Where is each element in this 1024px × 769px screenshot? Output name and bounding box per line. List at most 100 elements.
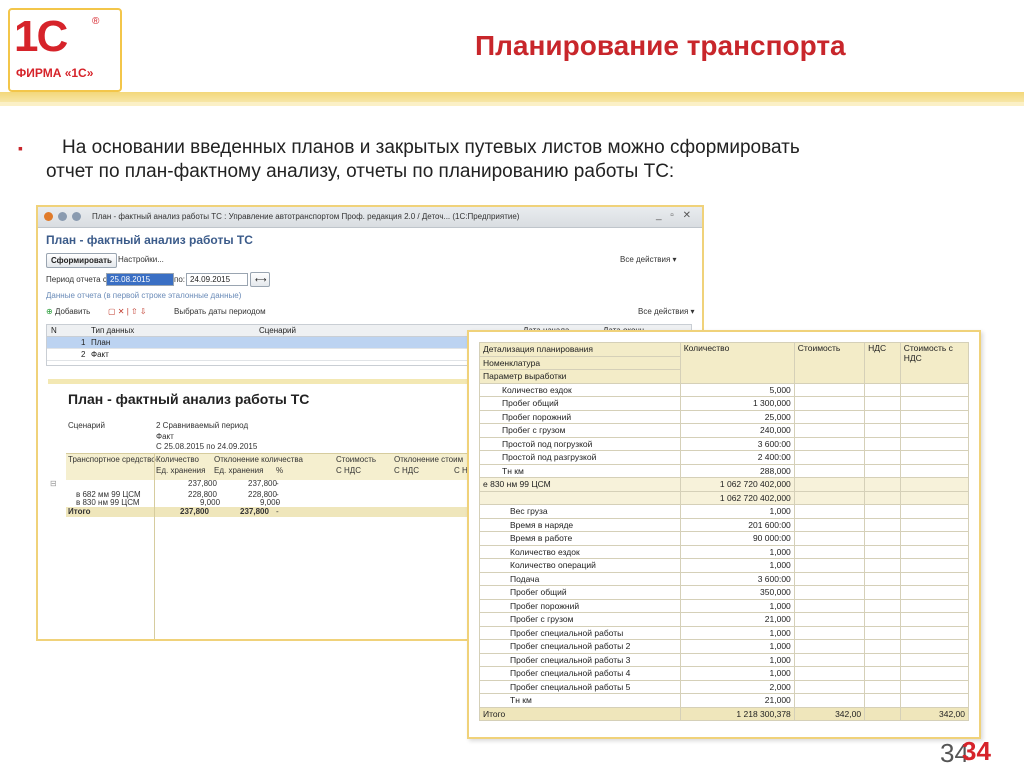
col-dev-cost: Отклонение стоим bbox=[394, 455, 464, 464]
row-qty: 1,000 bbox=[679, 625, 795, 640]
tree-expand-icon[interactable]: ⊟ bbox=[50, 479, 57, 488]
row-qty: 25,000 bbox=[679, 409, 795, 424]
report-row-qty: 237,800 bbox=[188, 479, 217, 488]
report-row-pct: - bbox=[276, 479, 279, 488]
row-name: Тн км bbox=[479, 463, 681, 478]
row-vat bbox=[864, 558, 901, 573]
row-cost-vat bbox=[899, 450, 970, 465]
period-to-label: по: bbox=[174, 275, 186, 284]
table-row: Количество ездок 5,000 bbox=[479, 382, 970, 397]
settings-button[interactable]: Настройки... bbox=[118, 255, 164, 264]
row-name: Пробег порожний bbox=[479, 598, 681, 613]
row-vat bbox=[864, 598, 901, 613]
row-vat bbox=[864, 666, 901, 681]
row-vat bbox=[864, 409, 901, 424]
report-scenario-value: 2 Сравниваемый период bbox=[156, 421, 249, 430]
row-cost-vat bbox=[899, 504, 970, 519]
row-name: Пробег специальной работы 2 bbox=[479, 639, 681, 654]
table-row: 1 062 720 402,000 bbox=[479, 490, 970, 505]
row-cost-vat bbox=[899, 531, 970, 546]
planning-detail-report: Детализация планирования Количество Стои… bbox=[467, 330, 981, 739]
row-cost-vat bbox=[899, 423, 970, 438]
row-qty: 1 300,000 bbox=[679, 396, 795, 411]
table-row: Пробег специальной работы 1,000 bbox=[479, 625, 970, 640]
row-cost bbox=[793, 625, 866, 640]
row-cost bbox=[793, 436, 866, 451]
row-cost bbox=[793, 693, 866, 708]
table-row: Пробег специальной работы 3 1,000 bbox=[479, 652, 970, 667]
slide-header: 1С ® ФИРМА «1С» Планирование транспорта bbox=[0, 0, 1024, 92]
report-scenario-label: Сценарий bbox=[68, 421, 105, 430]
row-qty: 5,000 bbox=[679, 382, 795, 397]
logo-registered: ® bbox=[92, 16, 100, 27]
table-row: Простой под погрузкой 3 600:00 bbox=[479, 436, 970, 451]
row-qty: 1,000 bbox=[679, 558, 795, 573]
all-actions-menu[interactable]: Все действия ▾ bbox=[620, 255, 677, 264]
generate-button[interactable]: Сформировать bbox=[46, 253, 117, 268]
row-vat bbox=[864, 585, 901, 600]
add-button[interactable]: ⊕ Добавить bbox=[46, 307, 90, 316]
col-pct: % bbox=[276, 466, 284, 475]
total-label: Итого bbox=[479, 706, 681, 721]
form-heading: План - фактный анализ работы ТС bbox=[46, 233, 253, 247]
row-vat bbox=[864, 612, 901, 627]
back-icon[interactable] bbox=[58, 212, 67, 221]
row-vat bbox=[864, 517, 901, 532]
report-row-dev: 237,800 bbox=[248, 479, 277, 488]
row-cost-vat bbox=[899, 652, 970, 667]
row-vat bbox=[864, 463, 901, 478]
row-vat bbox=[864, 571, 901, 586]
grid-header-type: Тип данных bbox=[91, 326, 135, 335]
row-qty: 3 600:00 bbox=[679, 436, 795, 451]
total-qty: 1 218 300,378 bbox=[679, 706, 795, 721]
row-cost bbox=[793, 463, 866, 478]
report-total-dev: 237,800 bbox=[240, 507, 269, 516]
toolbar-icons[interactable]: ▢ ✕ | ⇧ ⇩ bbox=[108, 307, 147, 316]
select-dates-button[interactable]: Выбрать даты периодом bbox=[174, 307, 266, 316]
bullet-text: На основании введенных планов и закрытых… bbox=[46, 136, 976, 184]
table-row: Пробег порожний 25,000 bbox=[479, 409, 970, 424]
app-menu-icon[interactable] bbox=[44, 212, 53, 221]
row-vat bbox=[864, 436, 901, 451]
grid-row-type: Факт bbox=[91, 350, 109, 359]
planning-detail-table: Детализация планирования Количество Стои… bbox=[479, 342, 970, 721]
row-qty: 21,000 bbox=[679, 612, 795, 627]
forward-icon[interactable] bbox=[72, 212, 81, 221]
total-vat bbox=[864, 706, 901, 721]
row-cost bbox=[793, 558, 866, 573]
row-cost-vat bbox=[899, 639, 970, 654]
period-to-input[interactable]: 24.09.2015 bbox=[186, 273, 248, 286]
row-name: Подача bbox=[479, 571, 681, 586]
row-cost bbox=[793, 504, 866, 519]
grid-row-type: План bbox=[91, 338, 111, 347]
slide-title: Планирование транспорта bbox=[475, 30, 846, 61]
row-qty: 1,000 bbox=[679, 639, 795, 654]
logo-mark: 1С bbox=[14, 12, 68, 61]
table-row: Тн км 21,000 bbox=[479, 693, 970, 708]
period-select-button[interactable]: ⟷ bbox=[250, 272, 270, 287]
header-parameter: Параметр выработки bbox=[479, 369, 681, 384]
report-row-pct: - bbox=[276, 498, 279, 507]
table-row: Пробег общий 350,000 bbox=[479, 585, 970, 600]
row-cost-vat bbox=[899, 409, 970, 424]
row-name bbox=[479, 490, 681, 505]
report-fact: Факт bbox=[156, 432, 174, 441]
table-row: Простой под разгрузкой 2 400:00 bbox=[479, 450, 970, 465]
row-cost bbox=[793, 517, 866, 532]
all-actions-menu-2[interactable]: Все действия ▾ bbox=[638, 307, 695, 316]
table-row: Тн км 288,000 bbox=[479, 463, 970, 478]
row-qty: 2 400:00 bbox=[679, 450, 795, 465]
row-cost bbox=[793, 598, 866, 613]
row-cost bbox=[793, 423, 866, 438]
period-from-input[interactable]: 25.08.2015 bbox=[106, 273, 174, 286]
window-titlebar: План - фактный анализ работы ТС : Управл… bbox=[38, 207, 702, 228]
report-col-divider bbox=[154, 453, 155, 639]
row-cost bbox=[793, 544, 866, 559]
table-row: Пробег с грузом 21,000 bbox=[479, 612, 970, 627]
window-controls[interactable]: _ ▫ ✕ bbox=[656, 210, 694, 221]
page-number: 34 bbox=[962, 736, 991, 766]
table-row: Пробег специальной работы 5 2,000 bbox=[479, 679, 970, 694]
row-cost bbox=[793, 450, 866, 465]
data-hint: Данные отчета (в первой строке эталонные… bbox=[46, 291, 242, 300]
row-cost-vat bbox=[899, 396, 970, 411]
